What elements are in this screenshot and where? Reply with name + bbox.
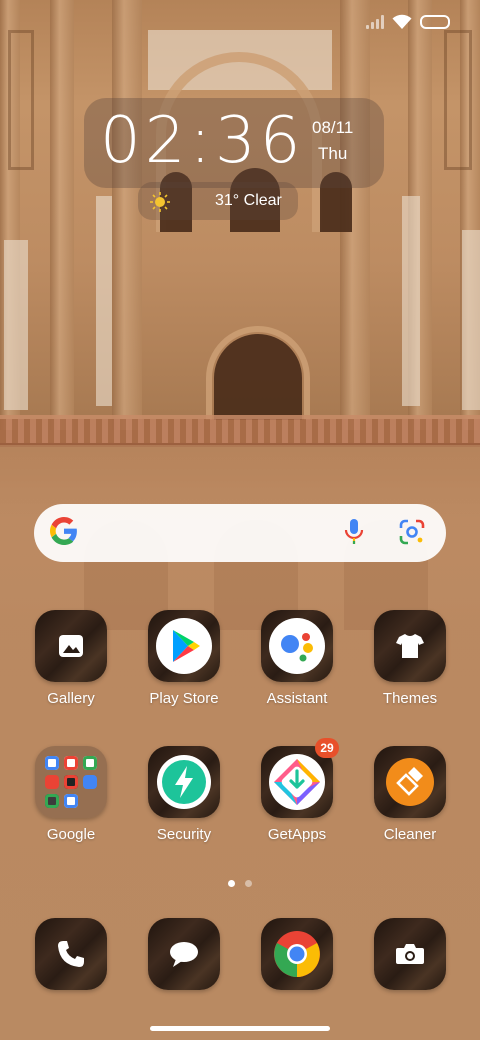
app-label: Google (46, 826, 96, 843)
clock-date: 08/11 (312, 118, 354, 137)
lens-icon[interactable] (399, 519, 425, 545)
clock-day: Thu (318, 144, 348, 163)
play-store-icon (156, 618, 212, 674)
app-google-folder[interactable]: Google (16, 746, 126, 843)
dock-chrome[interactable] (242, 918, 352, 990)
lightning-shield-icon (157, 755, 211, 809)
page-dot (245, 880, 252, 887)
app-label: Play Store (149, 690, 219, 707)
wifi-icon (392, 14, 412, 29)
weather-text: 31° Clear (215, 192, 282, 209)
dock-phone[interactable] (16, 918, 126, 990)
mic-icon[interactable] (343, 518, 365, 546)
page-indicator[interactable] (228, 880, 252, 887)
app-cleaner[interactable]: Cleaner (355, 746, 465, 843)
brush-icon (386, 758, 434, 806)
app-getapps[interactable]: 29 GetApps (242, 738, 352, 843)
app-label: Cleaner (383, 826, 437, 843)
app-label: Gallery (47, 690, 95, 707)
sun-icon (150, 192, 170, 212)
app-label: Security (156, 826, 212, 843)
camera-icon (396, 944, 424, 964)
google-g-icon (50, 517, 77, 545)
signal-icon (366, 15, 384, 29)
google-search-bar[interactable] (34, 504, 446, 562)
messages-icon (170, 942, 198, 967)
clock-time[interactable]: 02:36 (100, 104, 304, 178)
app-label: GetApps (267, 826, 327, 843)
app-play-store[interactable]: Play Store (129, 610, 239, 707)
folder-icon (35, 746, 107, 818)
app-gallery[interactable]: Gallery (16, 610, 126, 707)
status-bar (366, 14, 450, 30)
dock-camera[interactable] (355, 918, 465, 990)
page-dot-active (228, 880, 235, 887)
app-label: Themes (382, 690, 438, 707)
app-assistant[interactable]: Assistant (242, 610, 352, 707)
app-label: Assistant (266, 690, 328, 707)
gallery-icon (59, 635, 83, 657)
dock-messages[interactable] (129, 918, 239, 990)
chrome-icon (274, 931, 320, 977)
getapps-icon (269, 754, 325, 810)
app-security[interactable]: Security (129, 746, 239, 843)
app-themes[interactable]: Themes (355, 610, 465, 707)
assistant-icon (269, 618, 325, 674)
notification-badge: 29 (315, 738, 339, 758)
battery-icon (420, 15, 450, 29)
tshirt-icon (396, 634, 424, 658)
home-indicator[interactable] (150, 1026, 330, 1031)
phone-icon (58, 941, 84, 967)
